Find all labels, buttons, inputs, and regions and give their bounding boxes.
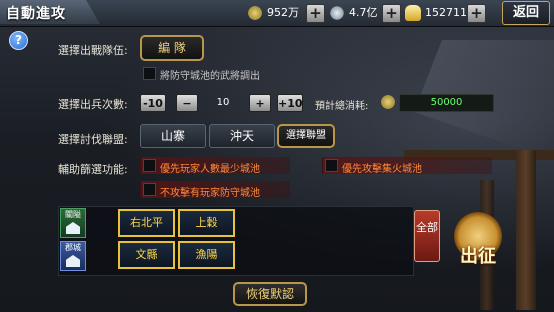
count-value[interactable]: 10 (198, 97, 248, 108)
city-list-panel (58, 206, 414, 276)
alliance-label: 選擇討伐聯盟: (58, 133, 128, 146)
filter-checkbox-3[interactable] (143, 183, 156, 196)
alliance-option-shanzhai[interactable]: 山寨 (140, 124, 206, 148)
alliance-option-chongtian[interactable]: 沖天 (209, 124, 275, 148)
pass-tag: 關隘 (60, 208, 86, 238)
add-grain-button[interactable]: + (306, 4, 325, 23)
silver-icon (329, 5, 345, 21)
silver-resource: 4.7亿 (329, 4, 378, 22)
pass-tag-label: 關隘 (65, 210, 81, 219)
gold-value: 152711 (425, 6, 467, 19)
team-label: 選擇出戰隊伍: (58, 44, 128, 57)
gold-ingot-icon (405, 5, 421, 21)
minus-one-button[interactable]: − (176, 94, 198, 112)
add-gold-button[interactable]: + (467, 4, 486, 23)
county-tag-label: 郡城 (65, 243, 81, 252)
window-title: 自動進攻 (6, 6, 66, 22)
formation-button[interactable]: 編 隊 (140, 35, 204, 61)
march-button[interactable]: 出征 (448, 206, 508, 267)
city-button-youbeiping[interactable]: 右北平 (118, 209, 175, 237)
withdraw-generals-checkbox[interactable] (143, 67, 156, 80)
cost-value: 50000 (399, 94, 494, 112)
pavilion-pillar-decoration (516, 150, 536, 310)
plus-one-button[interactable]: + (249, 94, 271, 112)
cost-label: 預計總消耗: (315, 101, 369, 112)
city-button-shanggu[interactable]: 上穀 (178, 209, 235, 237)
withdraw-generals-text: 將防守城池的武將調出 (160, 71, 260, 82)
pass-gate-icon (66, 222, 80, 234)
filter-checkbox-2[interactable] (325, 159, 338, 172)
filter-checkbox-1[interactable] (143, 159, 156, 172)
filter-label: 輔助篩選功能: (58, 163, 128, 176)
county-tag: 郡城 (60, 241, 86, 271)
back-button[interactable]: 返回 (502, 1, 550, 25)
city-button-wenxian[interactable]: 文縣 (118, 241, 175, 269)
add-silver-button[interactable]: + (382, 4, 401, 23)
select-all-button[interactable]: 全部 (414, 210, 440, 262)
grain-resource: 952万 (247, 4, 299, 22)
count-label: 選擇出兵次數: (58, 98, 128, 111)
plus-ten-button[interactable]: +10 (277, 94, 303, 112)
minus-ten-button[interactable]: -10 (140, 94, 166, 112)
silver-value: 4.7亿 (349, 6, 378, 19)
march-label: 出征 (460, 246, 496, 267)
help-icon[interactable]: ? (9, 31, 28, 50)
filter-option-3: 不攻擊有玩家防守城池 (160, 188, 260, 199)
grain-icon (380, 94, 396, 110)
reset-default-button[interactable]: 恢復默認 (233, 282, 307, 306)
top-bar: 自動進攻 952万 + 4.7亿 + 152711 + 返回 (0, 0, 554, 27)
select-alliance-button[interactable]: 選擇聯盟 (277, 124, 335, 148)
city-button-yuyang[interactable]: 漁陽 (178, 241, 235, 269)
gold-resource: 152711 (405, 4, 467, 22)
grain-icon (247, 5, 263, 21)
filter-option-1: 優先玩家人數最少城池 (160, 164, 260, 175)
grain-value: 952万 (267, 6, 299, 19)
county-city-icon (66, 255, 80, 267)
filter-option-2: 優先攻擊集火城池 (342, 164, 422, 175)
